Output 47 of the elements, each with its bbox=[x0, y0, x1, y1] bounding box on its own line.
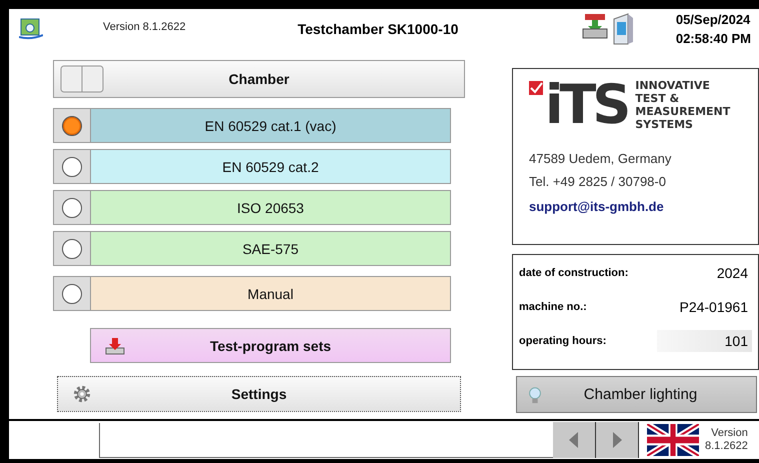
radio-button[interactable] bbox=[62, 116, 82, 136]
info-label: date of construction: bbox=[519, 267, 630, 279]
time-text: 02:58:40 PM bbox=[676, 30, 751, 48]
company-tagline: SYSTEMS bbox=[635, 118, 694, 131]
left-arrow-icon bbox=[569, 432, 579, 448]
company-tagline: INNOVATIVE bbox=[635, 79, 711, 92]
company-logo: iTS bbox=[545, 81, 628, 129]
settings-button[interactable]: Settings bbox=[57, 376, 461, 412]
radio-button[interactable] bbox=[62, 238, 82, 258]
date-text: 05/Sep/2024 bbox=[676, 11, 751, 29]
info-label: operating hours: bbox=[519, 335, 608, 347]
address-text: 47589 Uedem, Germany bbox=[529, 151, 672, 166]
radio-button[interactable] bbox=[62, 156, 82, 176]
chamber-icon[interactable] bbox=[612, 13, 634, 45]
test-mode-option[interactable]: ISO 20653 bbox=[53, 190, 451, 225]
test-program-sets-button[interactable]: Test-program sets bbox=[90, 328, 451, 363]
radio-button[interactable] bbox=[62, 198, 82, 218]
chamber-lighting-button[interactable]: Chamber lighting bbox=[516, 376, 757, 413]
chamber-button[interactable]: Chamber bbox=[53, 60, 465, 98]
info-value: 101 bbox=[657, 330, 752, 352]
check-icon bbox=[529, 81, 543, 95]
message-field[interactable] bbox=[99, 422, 553, 458]
test-mode-option[interactable]: SAE-575 bbox=[53, 231, 451, 266]
radio-button[interactable] bbox=[62, 284, 82, 304]
right-arrow-icon bbox=[612, 432, 622, 448]
version-number: 8.1.2622 bbox=[705, 440, 748, 453]
info-value: P24-01961 bbox=[678, 298, 749, 317]
test-mode-option[interactable]: EN 60529 cat.1 (vac) bbox=[53, 108, 451, 143]
previous-button[interactable] bbox=[553, 422, 596, 458]
test-mode-option[interactable]: Manual bbox=[53, 276, 451, 311]
window-icon bbox=[60, 65, 104, 93]
window-title: Testchamber SK1000-10 bbox=[298, 21, 460, 37]
company-tagline: MEASUREMENT bbox=[635, 105, 730, 118]
test-mode-option[interactable]: EN 60529 cat.2 bbox=[53, 149, 451, 184]
version-text: Version 8.1.2622 bbox=[103, 21, 186, 33]
next-button[interactable] bbox=[596, 422, 639, 458]
version-label: Version bbox=[710, 427, 748, 440]
flag-icon[interactable] bbox=[647, 424, 699, 456]
email-link[interactable]: support@its-gmbh.de bbox=[529, 199, 664, 214]
company-tagline: TEST & bbox=[635, 92, 680, 105]
phone-text: Tel. +49 2825 / 30798-0 bbox=[529, 174, 667, 189]
info-label: machine no.: bbox=[519, 301, 588, 313]
info-value: 2024 bbox=[716, 264, 749, 283]
gear-icon bbox=[72, 385, 92, 403]
app-icon[interactable] bbox=[19, 18, 43, 40]
download-tray-icon[interactable] bbox=[582, 13, 608, 39]
download-icon bbox=[105, 336, 125, 354]
